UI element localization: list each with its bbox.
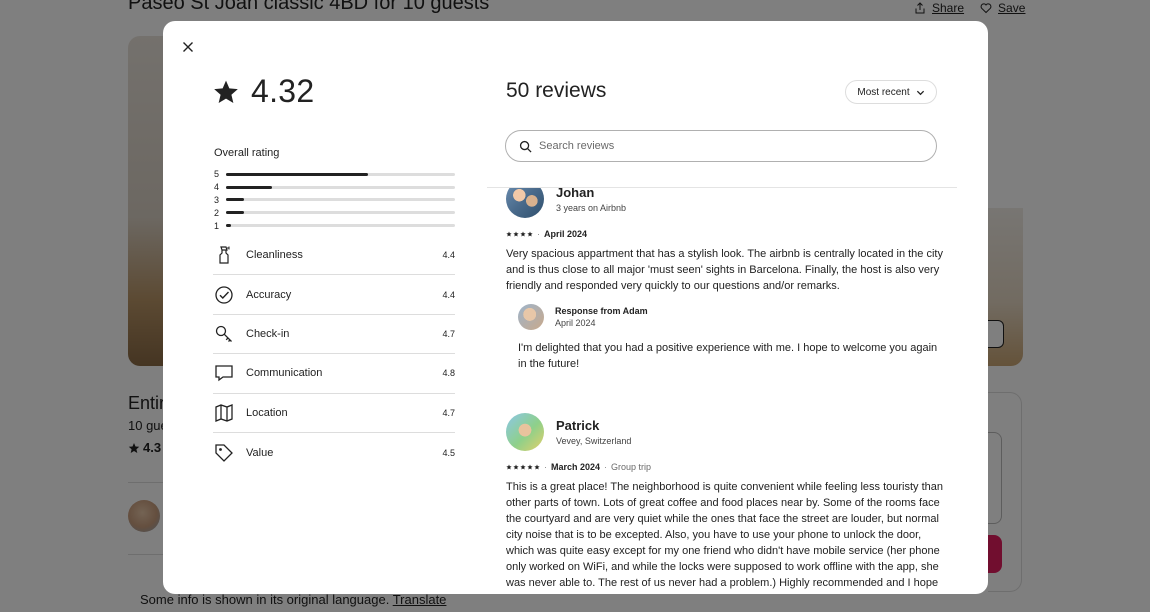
distribution-bar-fill bbox=[226, 185, 272, 189]
category-label: Accuracy bbox=[246, 288, 292, 301]
distribution-star-label: 5 bbox=[214, 169, 220, 180]
distribution-bar-fill bbox=[226, 172, 368, 176]
key-icon bbox=[213, 323, 235, 345]
reviews-list[interactable]: Johan 3 years on Airbnb · April 2024 Ver… bbox=[487, 188, 957, 594]
distribution-star-label: 3 bbox=[214, 194, 220, 205]
reviews-modal: 4.32 Overall rating 5 43 2 1 Cleanliness 4.4… bbox=[163, 21, 988, 594]
reviewer-subtitle: Vevey, Switzerland bbox=[556, 436, 632, 446]
distribution-row: 3 bbox=[214, 194, 455, 207]
sort-label: Most recent bbox=[857, 86, 910, 98]
category-label: Location bbox=[246, 406, 288, 419]
review-meta: · April 2024 bbox=[506, 229, 946, 239]
reviewer-avatar[interactable] bbox=[506, 188, 544, 218]
category-row-accuracy: Accuracy 4.4 bbox=[213, 275, 455, 315]
distribution-star-label: 4 bbox=[214, 182, 220, 193]
distribution-star-label: 2 bbox=[214, 207, 220, 218]
reviews-panel: 50 reviews Most recent Johan 3 years on … bbox=[487, 21, 957, 594]
category-score: 4.5 bbox=[442, 447, 455, 458]
trip-type: Group trip bbox=[611, 462, 652, 472]
distribution-bar bbox=[226, 198, 455, 202]
category-ratings: Cleanliness 4.4 Accuracy 4.4 Check-in 4.7 Comm… bbox=[213, 236, 455, 472]
host-avatar[interactable] bbox=[518, 304, 544, 330]
search-icon bbox=[519, 140, 532, 153]
reviewer-subtitle: 3 years on Airbnb bbox=[556, 203, 627, 213]
reviewer-name: Patrick bbox=[556, 418, 600, 433]
chevron-down-icon bbox=[916, 90, 924, 95]
host-response: Response from Adam April 2024 I'm deligh… bbox=[518, 304, 946, 372]
review-header: Patrick Vevey, Switzerland bbox=[506, 413, 946, 451]
separator-dot: · bbox=[544, 462, 547, 472]
distribution-bar bbox=[226, 185, 455, 189]
overall-score: 4.32 bbox=[213, 73, 314, 110]
separator-dot: · bbox=[537, 229, 540, 239]
distribution-bar-fill bbox=[226, 224, 231, 228]
distribution-row: 5 bbox=[214, 168, 455, 181]
review-text: This is a great place! The neighborhood … bbox=[506, 481, 944, 594]
host-response-title: Response from Adam bbox=[555, 306, 648, 316]
review-date: April 2024 bbox=[544, 229, 588, 239]
category-score: 4.4 bbox=[442, 250, 455, 261]
category-label: Check-in bbox=[246, 327, 290, 340]
category-score: 4.4 bbox=[442, 289, 455, 300]
star-icon bbox=[527, 462, 533, 472]
distribution-bar bbox=[226, 224, 455, 228]
category-row-value: Value 4.5 bbox=[213, 433, 455, 472]
category-label: Communication bbox=[246, 367, 323, 380]
distribution-row: 1 bbox=[214, 219, 455, 232]
star-icon bbox=[214, 80, 238, 103]
separator-dot: · bbox=[604, 462, 608, 472]
star-icon bbox=[527, 229, 533, 239]
distribution-bar-fill bbox=[226, 198, 245, 202]
review-meta: · March 2024 · Group trip bbox=[506, 462, 946, 472]
sort-dropdown[interactable]: Most recent bbox=[845, 80, 937, 104]
distribution-bar bbox=[226, 172, 455, 176]
close-icon bbox=[183, 42, 193, 52]
star-icon bbox=[513, 229, 519, 239]
category-row-communication: Communication 4.8 bbox=[213, 354, 455, 394]
star-icon bbox=[534, 462, 540, 472]
map-icon bbox=[213, 402, 235, 424]
review-text: Very spacious appartment that has a styl… bbox=[506, 248, 943, 292]
message-bubble-icon bbox=[213, 362, 235, 384]
review-item: Johan 3 years on Airbnb · April 2024 Ver… bbox=[506, 188, 946, 372]
star-icon bbox=[506, 229, 512, 239]
distribution-row: 2 bbox=[214, 206, 455, 219]
host-response-header: Response from Adam April 2024 bbox=[518, 304, 946, 330]
category-score: 4.7 bbox=[442, 407, 455, 418]
review-item: Patrick Vevey, Switzerland · March 2024 … bbox=[506, 413, 946, 594]
host-response-date: April 2024 bbox=[555, 318, 596, 328]
category-score: 4.7 bbox=[442, 328, 455, 339]
reviews-count-heading: 50 reviews bbox=[506, 79, 607, 102]
category-label: Value bbox=[246, 446, 274, 459]
rating-distribution: 5 43 2 1 bbox=[214, 168, 455, 232]
category-row-check-in: Check-in 4.7 bbox=[213, 315, 455, 355]
price-tag-icon bbox=[213, 442, 235, 464]
review-date: March 2024 bbox=[551, 462, 601, 472]
review-stars bbox=[506, 462, 540, 472]
overall-score-value: 4.32 bbox=[251, 73, 315, 109]
reviewer-name: Johan bbox=[556, 188, 595, 200]
star-icon bbox=[506, 462, 512, 472]
category-row-location: Location 4.7 bbox=[213, 394, 455, 433]
review-stars bbox=[506, 229, 533, 239]
distribution-star-label: 1 bbox=[214, 220, 220, 231]
distribution-bar-fill bbox=[226, 211, 245, 215]
check-circle-icon bbox=[213, 284, 235, 306]
category-row-cleanliness: Cleanliness 4.4 bbox=[213, 236, 455, 276]
close-button[interactable] bbox=[177, 36, 199, 58]
host-response-text: I'm delighted that you had a positive ex… bbox=[518, 342, 938, 370]
star-icon bbox=[513, 462, 519, 472]
star-icon bbox=[520, 229, 526, 239]
category-score: 4.8 bbox=[442, 368, 455, 379]
search-reviews-input[interactable] bbox=[539, 140, 919, 152]
distribution-row: 4 bbox=[214, 181, 455, 194]
spray-bottle-icon bbox=[213, 244, 235, 266]
distribution-bar bbox=[226, 211, 455, 215]
star-icon bbox=[520, 462, 526, 472]
overall-rating-label: Overall rating bbox=[214, 147, 280, 159]
review-header: Johan 3 years on Airbnb bbox=[506, 188, 946, 218]
reviewer-avatar[interactable] bbox=[506, 413, 544, 451]
search-reviews-field[interactable] bbox=[505, 130, 937, 162]
category-label: Cleanliness bbox=[246, 249, 303, 262]
